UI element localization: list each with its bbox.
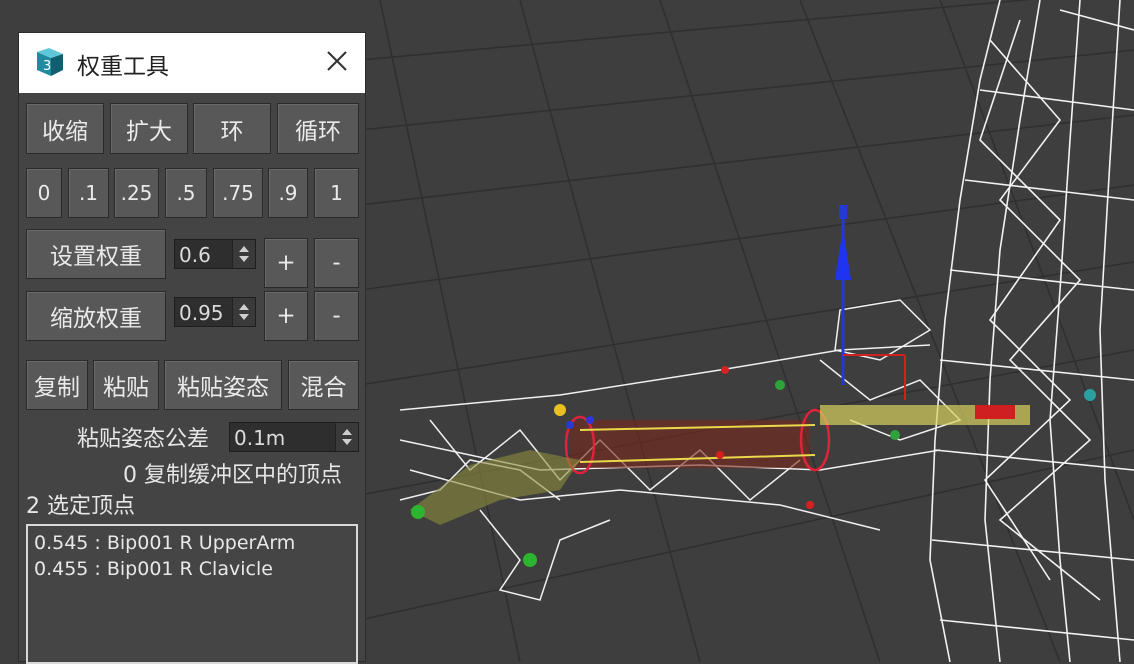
scale-weight-minus-button[interactable]: -: [314, 291, 359, 341]
list-item[interactable]: 0.455 : Bip001 R Clavicle: [34, 556, 350, 582]
paste-pose-tolerance-label: 粘贴姿态公差: [77, 427, 210, 452]
set-weight-value: 0.6: [179, 243, 211, 267]
shrink-button[interactable]: 收缩: [26, 103, 104, 154]
3dsmax-logo-icon: 3: [37, 48, 63, 76]
set-weight-spinner[interactable]: 0.6: [174, 239, 256, 269]
grow-button[interactable]: 扩大: [110, 103, 188, 154]
title-bar[interactable]: 3 权重工具: [19, 33, 365, 93]
loop-button[interactable]: 循环: [277, 103, 359, 154]
close-icon[interactable]: [323, 47, 351, 75]
preset-0.9-button[interactable]: .9: [268, 168, 308, 218]
preset-1-button[interactable]: 1: [314, 168, 359, 218]
paste-pose-button[interactable]: 粘贴姿态: [164, 360, 282, 410]
preset-0.25-button[interactable]: .25: [114, 168, 159, 218]
scale-weight-value: 0.95: [179, 301, 224, 325]
weight-list[interactable]: 0.545 : Bip001 R UpperArm 0.455 : Bip001…: [26, 524, 358, 664]
window-title: 权重工具: [77, 54, 169, 80]
ring-button[interactable]: 环: [193, 103, 271, 154]
preset-0-button[interactable]: 0: [26, 168, 62, 218]
copy-button[interactable]: 复制: [26, 360, 88, 410]
scale-weight-spinner[interactable]: 0.95: [174, 297, 256, 327]
weight-tool-panel: 3 权重工具 收缩 扩大 环 循环 0 .1 .25 .5 .75 .9 1 设…: [18, 32, 366, 664]
scale-weight-button[interactable]: 缩放权重: [26, 291, 166, 341]
set-weight-plus-button[interactable]: +: [264, 238, 308, 288]
tolerance-value: 0.1m: [234, 426, 286, 450]
selected-vertices-count: 2 选定顶点: [26, 494, 135, 519]
spinner-arrows-icon[interactable]: [232, 240, 255, 268]
set-weight-button[interactable]: 设置权重: [26, 229, 166, 279]
blend-button[interactable]: 混合: [288, 360, 359, 410]
preset-0.5-button[interactable]: .5: [165, 168, 207, 218]
set-weight-minus-button[interactable]: -: [314, 238, 359, 288]
list-item[interactable]: 0.545 : Bip001 R UpperArm: [34, 530, 350, 556]
preset-0.1-button[interactable]: .1: [68, 168, 109, 218]
paste-button[interactable]: 粘贴: [93, 360, 159, 410]
svg-text:3: 3: [43, 59, 51, 74]
spinner-arrows-icon[interactable]: [335, 423, 358, 451]
copy-buffer-status: 0 复制缓冲区中的顶点: [123, 463, 342, 488]
spinner-arrows-icon[interactable]: [232, 298, 255, 326]
preset-0.75-button[interactable]: .75: [213, 168, 263, 218]
scale-weight-plus-button[interactable]: +: [264, 291, 308, 341]
tolerance-spinner[interactable]: 0.1m: [229, 422, 359, 452]
